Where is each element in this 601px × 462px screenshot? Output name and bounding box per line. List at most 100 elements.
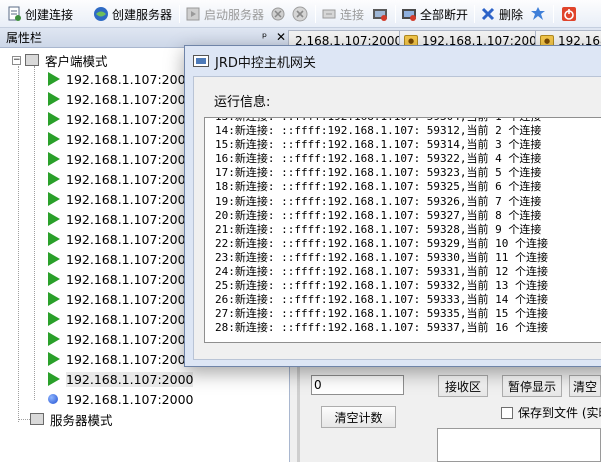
connection-label: 192.168.1.107:2000 (66, 331, 194, 347)
status-dot-icon (48, 394, 58, 404)
save-to-file-checkbox[interactable]: 保存到文件 (实时 (501, 404, 601, 421)
tree-connection-item[interactable]: 192.168.1.107:2000 (48, 149, 193, 169)
play-arrow-icon (48, 232, 60, 246)
tree-connection-item[interactable]: 192.168.1.107:2000 (48, 69, 193, 89)
disconnect-all-label: 全部断开 (420, 7, 469, 22)
tree-node-client-mode[interactable]: − 客户端模式 (12, 50, 108, 70)
tree-connection-item[interactable]: 192.168.1.107:2000 (48, 169, 193, 189)
tree-connection-item[interactable]: 192.168.1.107:2000 (48, 189, 193, 209)
connection-label: 192.168.1.107:2000 (66, 131, 194, 147)
delete-icon (480, 6, 496, 22)
create-server-label: 创建服务器 (112, 7, 173, 22)
create-connection-label: 创建连接 (25, 7, 74, 22)
close-icon[interactable]: ✕ (276, 30, 286, 44)
tree-connection-item[interactable]: 192.168.1.107:2000 (48, 329, 193, 349)
counter-input[interactable]: 0 (311, 375, 404, 395)
stop-server-button[interactable] (270, 3, 286, 25)
create-connection-button[interactable]: 创建连接 (6, 3, 73, 25)
log-line: 17:新连接: ::ffff:192.168.1.107: 59323,当前 5… (215, 166, 542, 180)
pause-display-button[interactable]: 暂停显示 (502, 375, 562, 397)
run-info-label: 运行信息: (214, 95, 271, 110)
connection-label: 192.168.1.107:2000 (66, 191, 194, 207)
toolbar-separator (553, 5, 554, 23)
close-circle-icon (292, 6, 308, 22)
client-mode-label: 客户端模式 (45, 53, 108, 69)
panel-splitter[interactable] (297, 360, 300, 462)
tree-connection-item[interactable]: 192.168.1.107:2000 (48, 269, 193, 289)
delete-label: 删除 (499, 7, 524, 22)
play-arrow-icon (48, 112, 60, 126)
connection-label: 192.168.1.107:2000 (66, 391, 194, 407)
run-log-lines: 13:新连接: ::ffff:192.168.1.107: 59304,当前 1… (215, 118, 549, 336)
play-arrow-icon (48, 92, 60, 106)
dialog-body: 运行信息: 13:新连接: ::ffff:192.168.1.107: 5930… (193, 76, 601, 360)
window-icon (193, 55, 209, 67)
dialog-title: JRD中控主机网关 (215, 55, 316, 71)
connection-label: 192.168.1.107:2000 (66, 231, 194, 247)
receive-text-area[interactable] (437, 428, 601, 462)
collapse-icon[interactable]: − (12, 55, 21, 65)
tree-connection-item[interactable]: 192.168.1.107:2000 (48, 109, 193, 129)
log-line: 14:新连接: ::ffff:192.168.1.107: 59312,当前 2… (215, 124, 542, 138)
run-log-textbox[interactable]: 13:新连接: ::ffff:192.168.1.107: 59304,当前 1… (204, 117, 601, 343)
log-line: 15:新连接: ::ffff:192.168.1.107: 59314,当前 3… (215, 138, 542, 152)
tree-node-server-mode[interactable]: 服务器模式 (30, 409, 113, 429)
connection-label: 192.168.1.107:2000 (66, 151, 194, 167)
play-arrow-icon (48, 152, 60, 166)
log-line: 16:新连接: ::ffff:192.168.1.107: 59322,当前 4… (215, 152, 542, 166)
clear-count-button[interactable]: 清空计数 (321, 406, 396, 428)
new-connection-icon (6, 6, 22, 22)
tree-connection-item[interactable]: 192.168.1.107:2000 (48, 229, 193, 249)
tree-connection-item[interactable]: 192.168.1.107:2000 (48, 369, 194, 389)
create-server-icon (93, 6, 109, 22)
tree-connection-item[interactable]: 192.168.1.107:2000 (48, 349, 193, 369)
play-arrow-icon (48, 252, 60, 266)
exit-button[interactable] (561, 3, 577, 25)
pin-icon[interactable]: ᵖ (262, 30, 267, 44)
log-line: 18:新连接: ::ffff:192.168.1.107: 59325,当前 6… (215, 180, 542, 194)
connection-label: 192.168.1.107:2000 (66, 351, 194, 367)
play-arrow-icon (48, 272, 60, 286)
tree-connection-item[interactable]: 192.168.1.107:2000 (48, 89, 193, 109)
checkbox-box[interactable] (501, 406, 513, 419)
power-icon (561, 6, 577, 22)
connection-label: 192.168.1.107:2000 (66, 91, 194, 107)
start-server-icon (185, 6, 201, 22)
receive-area-button[interactable]: 接收区 (438, 375, 488, 397)
tree-connection-item[interactable]: 192.168.1.107:2000 (46, 389, 193, 409)
create-server-button[interactable]: 创建服务器 (93, 3, 172, 25)
start-server-label: 启动服务器 (204, 7, 265, 22)
toolbar-separator (179, 5, 180, 23)
tree-connection-item[interactable]: 192.168.1.107:2000 (48, 289, 193, 309)
computer-icon (25, 54, 39, 66)
log-line: 20:新连接: ::ffff:192.168.1.107: 59327,当前 8… (215, 208, 542, 222)
delete-button[interactable]: 删除 (480, 3, 523, 25)
tree-guide-line (18, 419, 30, 420)
disconnect-all-button[interactable]: 全部断开 (401, 3, 468, 25)
close-server-button[interactable] (292, 3, 308, 25)
connection-label: 192.168.1.107:2000 (66, 311, 194, 327)
tree-connection-item[interactable]: 192.168.1.107:2000 (48, 249, 193, 269)
connection-label: 192.168.1.107:2000 (66, 251, 194, 267)
play-arrow-icon (48, 212, 60, 226)
connection-label: 192.168.1.107:2000 (66, 271, 194, 287)
clear-receive-button[interactable]: 清空 (569, 375, 601, 397)
disconnect-button[interactable] (372, 3, 388, 25)
toolbar-separator (315, 5, 316, 23)
dialog-titlebar[interactable]: JRD中控主机网关 (185, 46, 601, 76)
start-server-button[interactable]: 启动服务器 (185, 3, 264, 25)
play-arrow-icon (48, 372, 60, 386)
tree-connection-item[interactable]: 192.168.1.107:2000 (48, 209, 193, 229)
connect-button[interactable]: 连接 (321, 3, 364, 25)
log-line: 26:新连接: ::ffff:192.168.1.107: 59333,当前 1… (215, 293, 549, 307)
play-arrow-icon (48, 172, 60, 186)
settings-button[interactable] (530, 3, 546, 25)
tree-connection-item[interactable]: 192.168.1.107:2000 (48, 309, 193, 329)
connection-label: 192.168.1.107:2000 (66, 291, 194, 307)
toolbar-separator (474, 5, 475, 23)
log-line: 25:新连接: ::ffff:192.168.1.107: 59332,当前 1… (215, 279, 549, 293)
connect-icon (321, 6, 337, 22)
tree-connection-item[interactable]: 192.168.1.107:2000 (48, 129, 193, 149)
log-line: 21:新连接: ::ffff:192.168.1.107: 59328,当前 9… (215, 222, 542, 236)
tree-guide-line (18, 66, 19, 422)
